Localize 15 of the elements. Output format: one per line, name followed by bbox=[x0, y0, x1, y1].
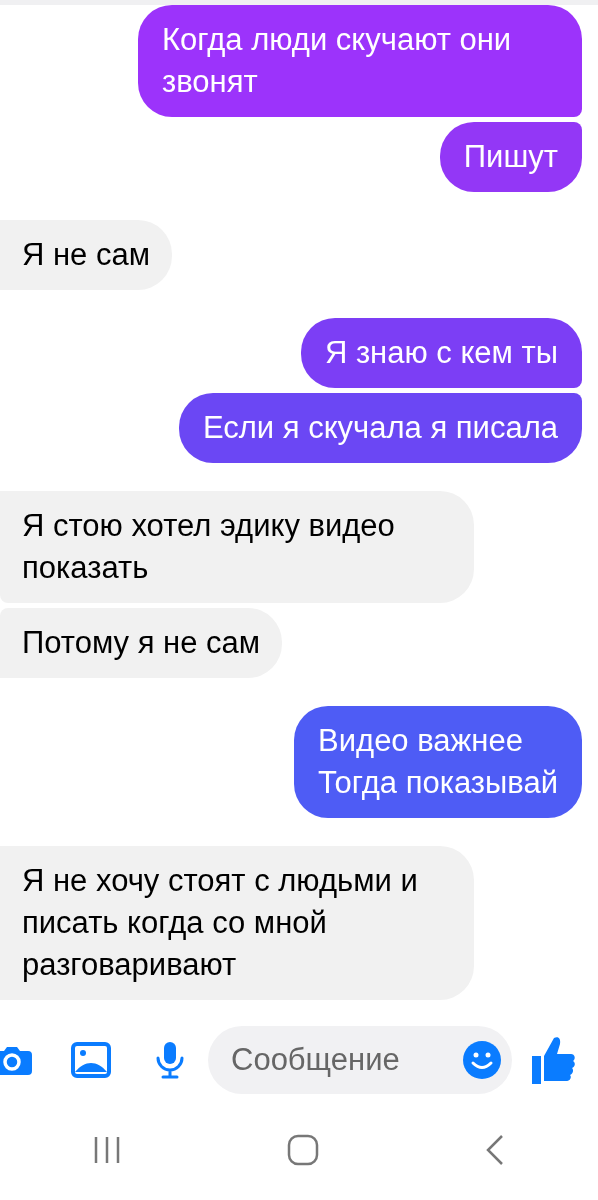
image-icon[interactable] bbox=[71, 1042, 111, 1078]
thumbs-up-icon[interactable] bbox=[530, 1034, 576, 1086]
emoji-icon[interactable] bbox=[462, 1040, 502, 1080]
message-bubble: Я стою хотел эдику видео показать bbox=[0, 491, 474, 603]
message-bubble: Потому я не сам bbox=[0, 608, 283, 678]
message-field[interactable]: Сообщение bbox=[208, 1026, 512, 1094]
message-bubble: Если я скучала я писала bbox=[178, 393, 582, 463]
message-bubble: Пишут bbox=[439, 122, 582, 192]
message-bubble: Когда люди скучают они звонят bbox=[138, 5, 582, 117]
message-bubble: Видео важнее Тогда показывай bbox=[294, 706, 582, 818]
home-icon[interactable] bbox=[287, 1134, 319, 1166]
message-bubble: Я знаю с кем ты bbox=[300, 318, 582, 388]
message-bubble: Я не сам bbox=[0, 220, 173, 290]
message-bubble: Я не хочу стоят с людьми и писать когда со мной разговаривают bbox=[0, 846, 474, 1000]
microphone-icon[interactable] bbox=[155, 1041, 185, 1079]
